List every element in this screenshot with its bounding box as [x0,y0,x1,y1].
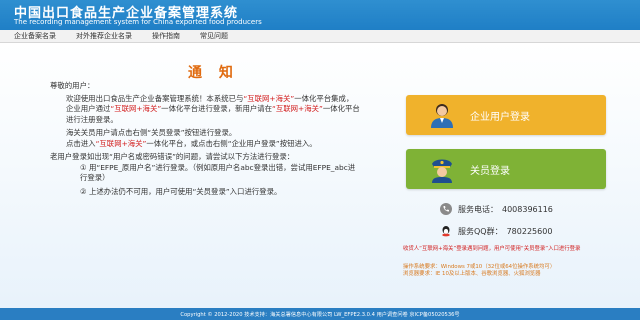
os-requirement: 操作系统要求：Windows 7或10（32位或64位操作系统均可） [403,264,556,270]
notice-text: 一体化平台进行登录，新用户请在 [161,104,273,113]
notice-body: 尊敬的用户： 欢迎使用出口食品生产企业备案管理系统！本系统已与“互联网+海关”一… [50,81,360,197]
footer: Copyright © 2012-2020 技术支持：海关总署信息中心有限公司 … [0,308,640,320]
notice-method-1: ① 用“EFPE_原用户名”进行登录。（例如原用户名abc登录出错，尝试用EFP… [80,162,356,183]
app-subtitle: The recording management system for Chin… [14,18,262,26]
service-qq-group: 服务QQ群： 780225600 [440,225,552,237]
notice-text: 欢迎使用出口食品生产企业备案管理系统！本系统已与 [66,93,244,103]
nav-item-operation-guide[interactable]: 操作指南 [142,31,190,41]
highlight-internet-customs[interactable]: “互联网+海关” [243,94,294,103]
nav-item-enterprise-directory[interactable]: 企业备案名录 [4,31,66,41]
app-header: 中国出口食品生产企业备案管理系统 The recording managemen… [0,0,640,30]
notice-paragraph-2: 海关关员用户请点击右侧“关员登录”按钮进行登录。 [66,128,237,137]
browser-requirement: 浏览器要求：IE 10及以上版本、谷歌浏览器、火狐浏览器 [403,271,541,277]
notice-text: 一体化平台，或点击右侧“企业用户登录”按钮进入。 [146,138,317,148]
phone-number: 4008396116 [502,204,553,214]
login-hint: 收货人“互联网+海关”登录遇到问题，用户可使用“关员登录”入口进行登录 [403,246,581,252]
qq-label: 服务QQ群： [458,226,503,236]
notice-greeting: 尊敬的用户： [50,81,95,90]
highlight-internet-customs-link[interactable]: “互联网+海关” [96,139,147,148]
notice-title: 通 知 [188,65,239,81]
qq-number: 780225600 [506,226,553,236]
notice-paragraph-4: 老用户登录如出现“用户名或密码错误”的问题，请尝试以下方法进行登录： [50,152,295,161]
enterprise-login-button[interactable]: 企业用户登录 [406,95,606,135]
service-phone: 服务电话： 4008396116 [440,203,553,215]
notice-paragraph-1: 欢迎使用出口食品生产企业备案管理系统！本系统已与“互联网+海关”一体化平台集成，… [50,94,360,126]
phone-label: 服务电话： [458,204,498,214]
nav-item-faq[interactable]: 常见问题 [190,31,238,41]
user-icon [431,104,453,128]
main-content: 通 知 尊敬的用户： 欢迎使用出口食品生产企业备案管理系统！本系统已与“互联网+… [0,43,640,308]
highlight-internet-customs[interactable]: “互联网+海关” [272,104,323,113]
customs-officer-login-button[interactable]: 关员登录 [406,149,606,189]
notice-method-2: ② 上述办法仍不可用，用户可使用“关员登录”入口进行登录。 [80,186,282,196]
highlight-internet-customs[interactable]: “互联网+海关” [110,104,161,113]
top-nav: 企业备案名录 对外推荐企业名录 操作指南 常见问题 [0,30,640,43]
customs-officer-login-label: 关员登录 [470,165,510,177]
notice-text: 点击进入 [66,138,96,148]
enterprise-login-label: 企业用户登录 [470,111,530,123]
nav-item-recommended-enterprises[interactable]: 对外推荐企业名录 [66,31,142,41]
officer-icon [432,159,452,183]
qq-icon [442,226,450,237]
phone-icon [440,203,452,215]
notice-paragraph-3: 点击进入“互联网+海关”一体化平台，或点击右侧“企业用户登录”按钮进入。 [50,139,360,150]
